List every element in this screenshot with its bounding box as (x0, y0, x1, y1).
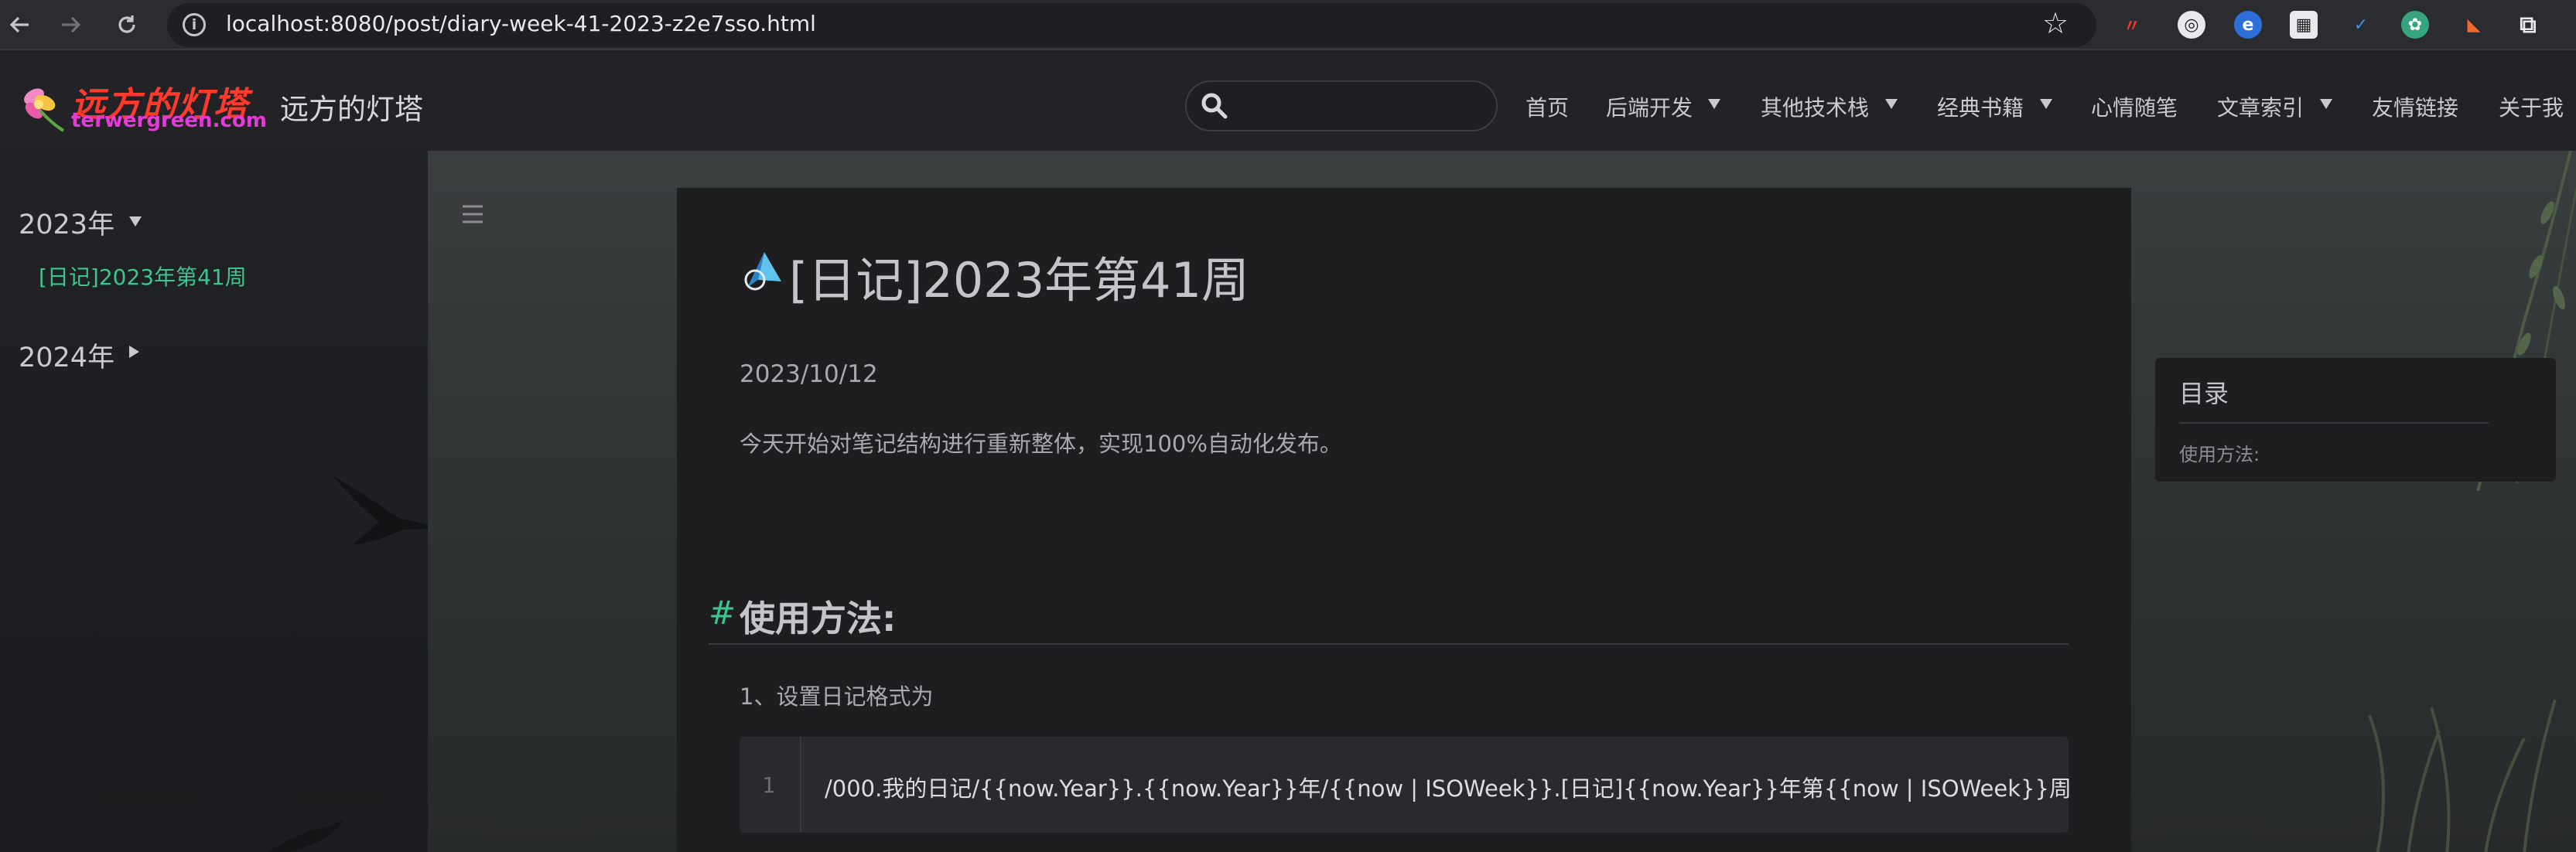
forward-button[interactable] (50, 5, 91, 45)
red-extension-icon[interactable]: 〃 (2118, 11, 2146, 39)
archive-sidebar (0, 151, 428, 852)
caret-right-icon[interactable] (129, 346, 139, 358)
qr-code-extension-icon[interactable]: ▦ (2290, 11, 2318, 39)
arrow-right-icon (62, 16, 81, 33)
arrow-left-icon (9, 16, 29, 33)
post-title-icon (744, 252, 781, 291)
reader-extension-icon[interactable]: ◎ (2178, 11, 2205, 39)
search-icon (1201, 93, 1228, 119)
nav-about[interactable]: 关于我 (2499, 91, 2564, 122)
site-logo[interactable]: 远方的灯塔 terwergreen.com (17, 77, 267, 137)
section-heading: 使用方法: (740, 598, 897, 639)
site-info-icon[interactable]: i (183, 13, 206, 36)
nav-home[interactable]: 首页 (1525, 91, 1569, 122)
site-title[interactable]: 远方的灯塔 (280, 86, 423, 128)
nav-books[interactable]: 经典书籍 (1937, 91, 2024, 122)
orange-extension-icon[interactable]: ◣ (2460, 11, 2488, 39)
green-chatgpt-extension-icon[interactable]: ✿ (2401, 11, 2429, 39)
search-input[interactable] (1185, 80, 1498, 131)
heading-anchor[interactable]: # (709, 594, 736, 632)
toc-title: 目录 (2179, 379, 2229, 408)
code-line-number: 1 (762, 772, 775, 798)
nav-links[interactable]: 友情链接 (2372, 91, 2458, 122)
year-2024[interactable]: 2024年 (19, 336, 114, 375)
small-blue-extension-icon[interactable]: ✓ (2347, 11, 2375, 39)
back-button[interactable] (0, 5, 40, 45)
toc-divider (2179, 422, 2489, 424)
menu-toggle-icon[interactable] (461, 203, 484, 226)
bookmark-star-icon[interactable]: ☆ (2042, 6, 2069, 40)
article-intro: 今天开始对笔记结构进行重新整体，实现100%自动化发布。 (740, 431, 1342, 457)
article-title: [日记]2023年第41周 (789, 252, 1250, 308)
flower-logo-icon (24, 88, 65, 132)
nav-essays[interactable]: 心情随笔 (2091, 91, 2178, 122)
reload-button[interactable] (107, 5, 147, 45)
reload-icon (118, 15, 135, 33)
grass-decoration (2368, 699, 2557, 852)
code-line[interactable]: /000.我的日记/{{now.Year}}.{{now.Year}}年/{{n… (825, 771, 2072, 803)
toc-item[interactable]: 使用方法: (2179, 439, 2260, 466)
nav-other-tech[interactable]: 其他技术栈 (1761, 91, 1869, 122)
post-link[interactable]: [日记]2023年第41周 (39, 261, 247, 291)
chevron-down-icon (2040, 99, 2052, 109)
year-2023[interactable]: 2023年 (19, 203, 114, 242)
swallow-decoration (333, 475, 428, 545)
step-text: 1、设置日记格式为 (740, 683, 934, 710)
chevron-down-icon (2320, 99, 2332, 109)
logo-domain: terwergreen.com (71, 109, 267, 132)
puzzle-extensions-icon[interactable]: ⧉ (2514, 11, 2542, 39)
nav-index[interactable]: 文章索引 (2217, 91, 2304, 122)
article-date: 2023/10/12 (740, 360, 878, 388)
blue-globe-extension-icon[interactable]: e (2234, 11, 2262, 39)
caret-down-icon[interactable] (129, 216, 142, 227)
heading-divider (709, 643, 2069, 645)
nav-backend[interactable]: 后端开发 (1606, 91, 1693, 122)
chevron-down-icon (1885, 99, 1898, 109)
chevron-down-icon (1708, 99, 1720, 109)
swallow-decoration (268, 820, 344, 852)
url-text[interactable]: localhost:8080/post/diary-week-41-2023-z… (226, 11, 816, 36)
